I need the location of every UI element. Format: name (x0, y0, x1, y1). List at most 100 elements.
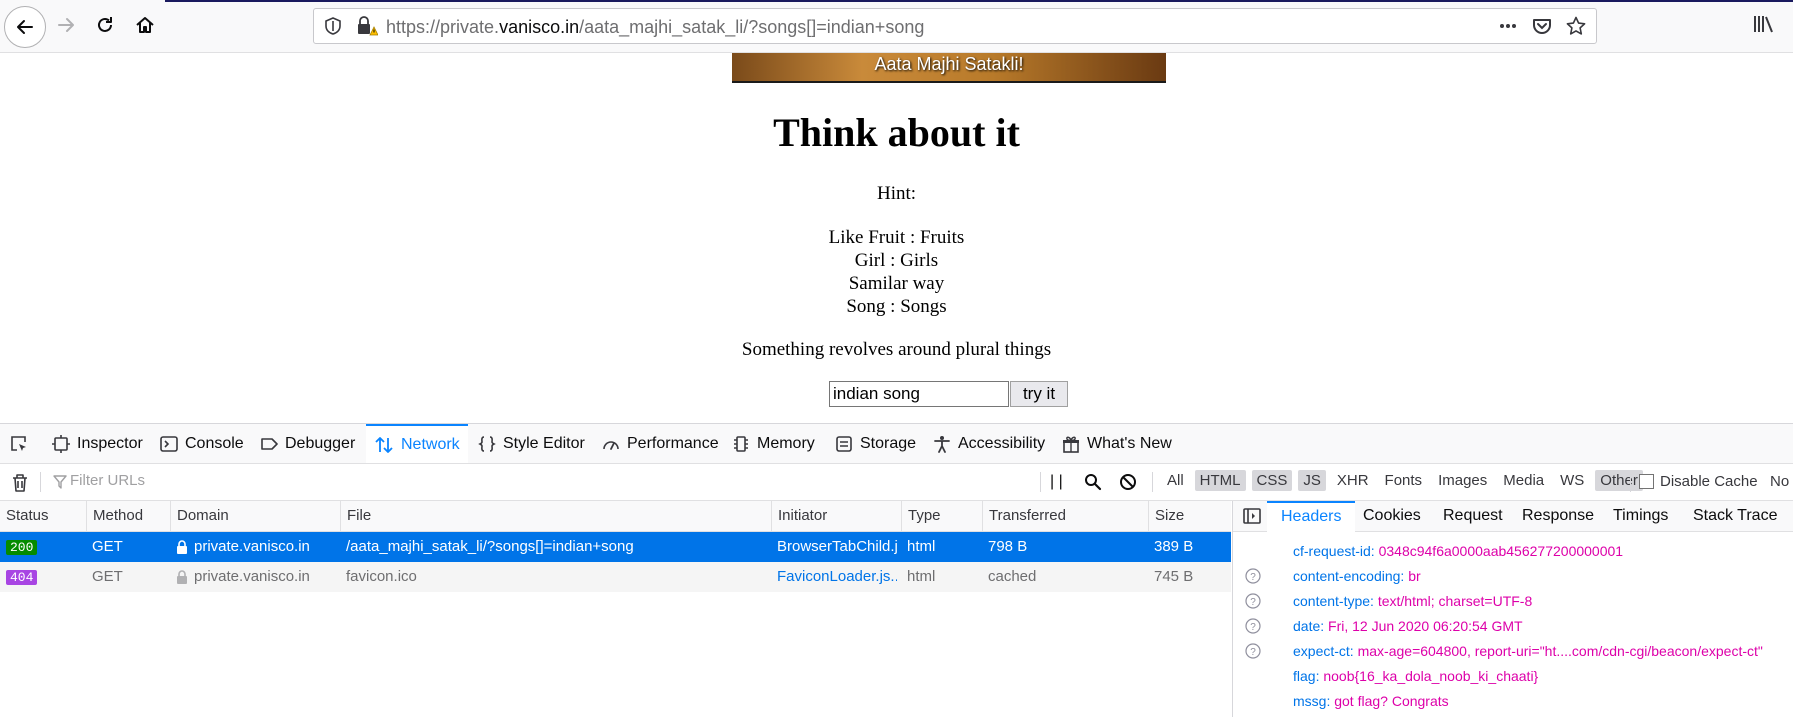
song-input[interactable] (829, 381, 1009, 407)
help-icon[interactable]: ? (1245, 643, 1261, 662)
tab-label: Performance (627, 434, 719, 452)
transferred-cell: cached (988, 568, 1037, 585)
header-row[interactable]: ? date: Fri, 12 Jun 2020 06:20:54 GMT (1233, 614, 1793, 639)
home-button[interactable] (127, 7, 163, 43)
tab-memory[interactable]: Memory (732, 424, 815, 463)
header-row[interactable]: ? content-encoding: br (1233, 564, 1793, 589)
column-header-status[interactable]: Status (0, 501, 86, 531)
column-header-method[interactable]: Method (86, 501, 170, 531)
filter-images[interactable]: Images (1433, 470, 1492, 491)
tab-request[interactable]: Request (1443, 501, 1503, 531)
disable-cache-label: Disable Cache (1660, 473, 1758, 490)
table-row[interactable]: 200 GET private.vanisco.in /aata_majhi_s… (0, 532, 1231, 562)
tab-response[interactable]: Response (1522, 501, 1594, 531)
devtools-tabbar: Inspector Console Debugger Network Style… (0, 424, 1793, 464)
tab-timings[interactable]: Timings (1613, 501, 1668, 531)
tab-label: What's New (1087, 434, 1172, 452)
tracking-protection-icon[interactable] (324, 17, 342, 40)
disable-cache-checkbox[interactable]: Disable Cache (1639, 473, 1758, 490)
help-icon[interactable]: ? (1245, 568, 1261, 587)
tab-style-editor[interactable]: Style Editor (478, 424, 585, 463)
block-requests-icon[interactable] (1119, 473, 1137, 496)
tab-console[interactable]: Console (160, 424, 244, 463)
tab-storage[interactable]: Storage (835, 424, 916, 463)
back-button[interactable] (4, 6, 46, 48)
column-header-transferred[interactable]: Transferred (982, 501, 1148, 531)
clear-trash-icon[interactable] (11, 473, 29, 498)
element-picker-icon[interactable] (10, 435, 28, 458)
throttle-select[interactable]: No (1770, 473, 1789, 490)
pause-button[interactable]: | | (1050, 473, 1063, 491)
header-row[interactable]: flag: noob{16_ka_dola_noob_ki_chaati} (1233, 664, 1793, 689)
forward-button[interactable] (48, 7, 84, 43)
header-row[interactable]: mssg: got flag? Congrats (1233, 689, 1793, 714)
header-value: Fri, 12 Jun 2020 06:20:54 GMT (1328, 618, 1523, 634)
header-name: content-encoding: br (1293, 568, 1421, 584)
filter-xhr[interactable]: XHR (1332, 470, 1374, 491)
status-badge: 404 (6, 570, 38, 585)
table-row[interactable]: 404 GET private.vanisco.in favicon.ico F… (0, 562, 1231, 592)
url-actions (1498, 16, 1586, 36)
header-row[interactable]: ? expect-ct: max-age=604800, report-uri=… (1233, 639, 1793, 664)
url-bar[interactable]: https://private.vanisco.in/aata_majhi_sa… (313, 8, 1597, 44)
header-row[interactable]: ? content-type: text/html; charset=UTF-8 (1233, 589, 1793, 614)
header-name: content-type: text/html; charset=UTF-8 (1293, 593, 1532, 609)
header-row[interactable]: cf-request-id: 0348c94f6a0000aab45627720… (1233, 539, 1793, 564)
hint-line: Like Fruit : Fruits (828, 227, 965, 248)
column-header-size[interactable]: Size (1148, 501, 1231, 531)
help-icon[interactable]: ? (1245, 618, 1261, 637)
try-it-button[interactable]: try it (1010, 381, 1068, 407)
initiator-cell[interactable]: BrowserTabChild.j... (777, 532, 897, 562)
hint-lines: Like Fruit : Fruits Girl : Girls Samilar… (0, 226, 1793, 318)
insecure-lock-icon[interactable] (356, 16, 379, 41)
initiator-cell[interactable]: FaviconLoader.js... (777, 562, 897, 592)
page-title: Think about it (773, 110, 1020, 155)
more-actions-icon[interactable] (1498, 16, 1518, 36)
lock-icon (177, 540, 187, 554)
size-cell: 745 B (1154, 568, 1194, 585)
header-value: 0348c94f6a0000aab456277200000001 (1378, 543, 1624, 559)
filter-other[interactable]: Other (1595, 470, 1643, 491)
column-header-domain[interactable]: Domain (170, 501, 340, 531)
filter-ws[interactable]: WS (1555, 470, 1589, 491)
page-content: Aata Majhi Satakli! Think about it Hint:… (0, 53, 1793, 423)
help-icon[interactable]: ? (1245, 593, 1261, 612)
column-header-initiator[interactable]: Initiator (771, 501, 901, 531)
header-value: got flag? Congrats (1334, 693, 1449, 709)
column-header-type[interactable]: Type (901, 501, 982, 531)
toolbar-divider (1040, 472, 1041, 492)
gift-icon (1063, 436, 1079, 453)
url-prefix: https://private. (386, 17, 500, 37)
tab-inspector[interactable]: Inspector (52, 424, 143, 463)
header-key: flag: (1293, 668, 1320, 684)
tab-headers[interactable]: Headers (1267, 501, 1356, 532)
filter-html[interactable]: HTML (1194, 470, 1246, 491)
tab-network[interactable]: Network (366, 424, 468, 463)
tab-performance[interactable]: Performance (602, 424, 719, 463)
header-name: expect-ct: max-age=604800, report-uri="h… (1293, 643, 1763, 659)
bookmark-star-icon[interactable] (1566, 16, 1586, 36)
toggle-sidebar-icon[interactable] (1243, 508, 1261, 529)
tab-accessibility[interactable]: Accessibility (933, 424, 1045, 463)
column-header-file[interactable]: File (340, 501, 771, 531)
filter-media[interactable]: Media (1498, 470, 1549, 491)
tab-debugger[interactable]: Debugger (260, 424, 355, 463)
tab-stack-trace[interactable]: Stack Trace (1693, 501, 1777, 531)
library-icon[interactable] (1753, 14, 1775, 39)
arrow-right-icon (58, 18, 74, 32)
filter-fonts[interactable]: Fonts (1380, 470, 1428, 491)
filter-js[interactable]: JS (1298, 470, 1326, 491)
reload-icon (98, 17, 112, 32)
reload-button[interactable] (87, 7, 123, 43)
pocket-icon[interactable] (1532, 16, 1552, 36)
hint-line: Song : Songs (846, 296, 947, 317)
hint-label: Hint: (876, 183, 917, 204)
url-text[interactable]: https://private.vanisco.in/aata_majhi_sa… (386, 17, 924, 38)
tab-whats-new[interactable]: What's New (1062, 424, 1172, 463)
search-icon[interactable] (1084, 473, 1102, 496)
checkbox-box[interactable] (1639, 474, 1654, 489)
filter-css[interactable]: CSS (1251, 470, 1293, 491)
filter-all[interactable]: All (1162, 470, 1189, 491)
filter-urls-input[interactable]: Filter URLs (70, 472, 145, 489)
tab-cookies[interactable]: Cookies (1363, 501, 1421, 531)
